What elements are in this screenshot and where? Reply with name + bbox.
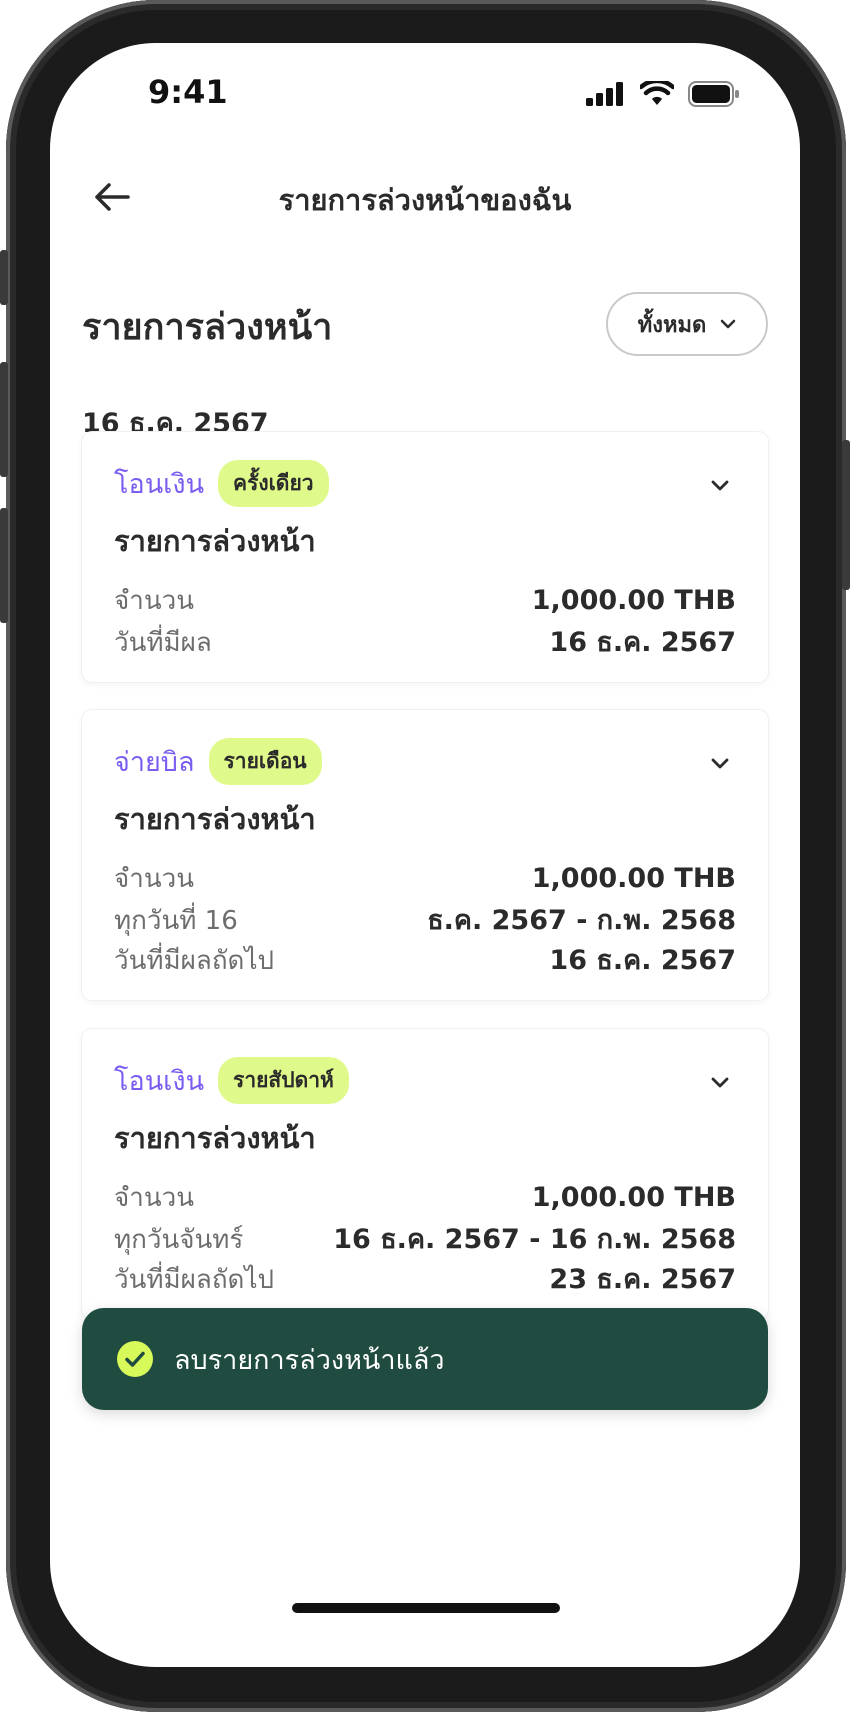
- success-toast[interactable]: ลบรายการล่วงหน้าแล้ว: [82, 1308, 768, 1410]
- home-indicator[interactable]: [292, 1603, 560, 1613]
- transaction-type: โอนเงิน: [114, 1066, 205, 1097]
- detail-label: วันที่มีผล: [114, 628, 212, 658]
- detail-value: 16 ธ.ค. 2567: [549, 945, 736, 976]
- chevron-down-icon: [711, 1077, 729, 1088]
- detail-label: จำนวน: [114, 864, 194, 894]
- filter-dropdown[interactable]: ทั้งหมด: [606, 292, 768, 356]
- transaction-type: จ่ายบิล: [114, 747, 195, 778]
- status-icons: [586, 81, 740, 107]
- phone-screen: 9:41 รายการล่วงหน้าของฉัน รายการล่วงหน้า…: [50, 43, 800, 1667]
- detail-row: จำนวน 1,000.00 THB: [114, 1177, 736, 1218]
- detail-value: ธ.ค. 2567 - ก.พ. 2568: [427, 905, 736, 936]
- detail-value: 23 ธ.ค. 2567: [549, 1264, 736, 1295]
- detail-row: ทุกวันที่ 16 ธ.ค. 2567 - ก.พ. 2568: [114, 898, 736, 941]
- mute-switch: [0, 250, 8, 305]
- detail-value: 16 ธ.ค. 2567 - 16 ก.พ. 2568: [333, 1224, 736, 1255]
- detail-row: จำนวน 1,000.00 THB: [114, 858, 736, 899]
- wifi-icon: [640, 81, 674, 105]
- expand-button[interactable]: [706, 472, 734, 500]
- filter-label: ทั้งหมด: [637, 312, 707, 338]
- detail-row: วันที่มีผลถัดไป 23 ธ.ค. 2567: [114, 1257, 736, 1300]
- detail-label: วันที่มีผลถัดไป: [114, 1265, 275, 1295]
- expand-button[interactable]: [706, 1069, 734, 1097]
- card-title: รายการล่วงหน้า: [114, 1121, 316, 1155]
- status-time: 9:41: [148, 73, 228, 111]
- toast-message: ลบรายการล่วงหน้าแล้ว: [174, 1344, 445, 1376]
- detail-label: วันที่มีผลถัดไป: [114, 946, 275, 976]
- detail-value: 1,000.00 THB: [531, 863, 736, 894]
- scheduled-item-card[interactable]: จ่ายบิล รายเดือน รายการล่วงหน้า จำนวน 1,…: [82, 710, 768, 1000]
- section-title: รายการล่วงหน้า: [82, 307, 333, 348]
- detail-value: 1,000.00 THB: [531, 1182, 736, 1213]
- chevron-down-icon: [711, 758, 729, 769]
- detail-value: 1,000.00 THB: [531, 585, 736, 616]
- power-button: [842, 440, 850, 590]
- detail-label: จำนวน: [114, 586, 194, 616]
- chevron-down-icon: [721, 319, 736, 329]
- expand-button[interactable]: [706, 750, 734, 778]
- frequency-badge: ครั้งเดียว: [218, 460, 329, 507]
- detail-value: 16 ธ.ค. 2567: [549, 627, 736, 658]
- card-header: จ่ายบิล รายเดือน: [114, 738, 322, 785]
- volume-down-button: [0, 508, 8, 623]
- detail-row: จำนวน 1,000.00 THB: [114, 580, 736, 621]
- battery-icon: [688, 81, 739, 107]
- transaction-type: โอนเงิน: [114, 469, 205, 500]
- chevron-down-icon: [711, 480, 729, 491]
- detail-row: วันที่มีผลถัดไป 16 ธ.ค. 2567: [114, 938, 736, 981]
- detail-label: ทุกวันที่ 16: [114, 906, 238, 936]
- card-header: โอนเงิน ครั้งเดียว: [114, 460, 329, 507]
- detail-row: วันที่มีผล 16 ธ.ค. 2567: [114, 620, 736, 663]
- detail-label: ทุกวันจันทร์: [114, 1225, 244, 1255]
- check-circle-icon: [117, 1341, 153, 1377]
- page-title: รายการล่วงหน้าของฉัน: [278, 183, 572, 217]
- cellular-signal-icon: [586, 82, 623, 106]
- card-header: โอนเงิน รายสัปดาห์: [114, 1057, 349, 1104]
- detail-row: ทุกวันจันทร์ 16 ธ.ค. 2567 - 16 ก.พ. 2568: [114, 1217, 736, 1260]
- volume-up-button: [0, 362, 8, 477]
- card-title: รายการล่วงหน้า: [114, 802, 316, 836]
- frequency-badge: รายเดือน: [208, 738, 322, 785]
- card-title: รายการล่วงหน้า: [114, 524, 316, 558]
- scheduled-item-card[interactable]: โอนเงิน รายสัปดาห์ รายการล่วงหน้า จำนวน …: [82, 1029, 768, 1319]
- detail-label: จำนวน: [114, 1183, 194, 1213]
- frequency-badge: รายสัปดาห์: [218, 1057, 349, 1104]
- scheduled-item-card[interactable]: โอนเงิน ครั้งเดียว รายการล่วงหน้า จำนวน …: [82, 432, 768, 682]
